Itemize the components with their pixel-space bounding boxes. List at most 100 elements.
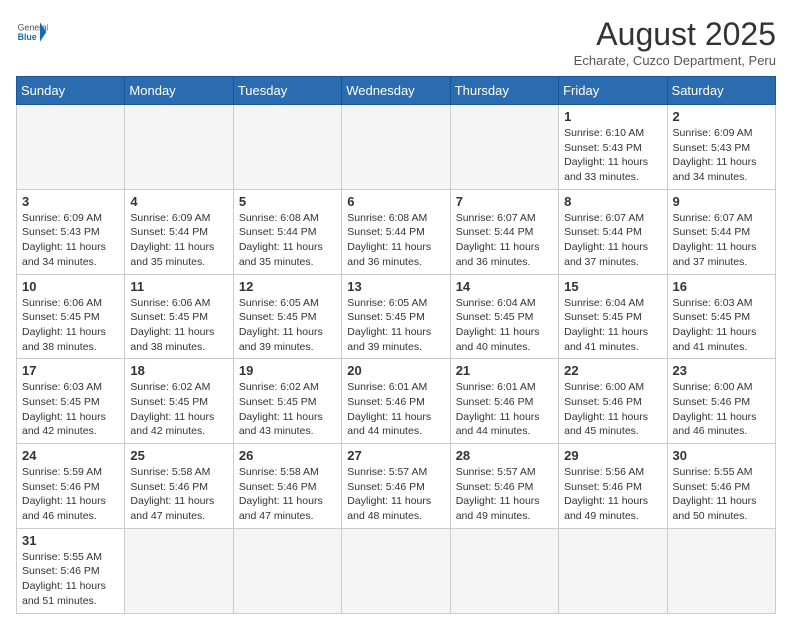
location-subtitle: Echarate, Cuzco Department, Peru bbox=[574, 53, 776, 68]
day-number: 28 bbox=[456, 448, 553, 463]
day-number: 11 bbox=[130, 279, 227, 294]
calendar-cell: 25 Sunrise: 5:58 AM Sunset: 5:46 PM Dayli… bbox=[125, 444, 233, 529]
calendar-cell: 27 Sunrise: 5:57 AM Sunset: 5:46 PM Dayli… bbox=[342, 444, 450, 529]
calendar-week-row: 3 Sunrise: 6:09 AM Sunset: 5:43 PM Daylig… bbox=[17, 189, 776, 274]
day-number: 9 bbox=[673, 194, 770, 209]
weekday-header-tuesday: Tuesday bbox=[233, 77, 341, 105]
calendar-cell: 7Sunrise: 6:07 AM Sunset: 5:44 PM Daylig… bbox=[450, 189, 558, 274]
calendar-cell: 19Sunrise: 6:02 AM Sunset: 5:45 PM Dayli… bbox=[233, 359, 341, 444]
day-number: 13 bbox=[347, 279, 444, 294]
weekday-header-thursday: Thursday bbox=[450, 77, 558, 105]
day-detail: Sunrise: 6:00 AM Sunset: 5:46 PM Dayligh… bbox=[673, 380, 770, 439]
day-number: 16 bbox=[673, 279, 770, 294]
day-detail: Sunrise: 5:58 AM Sunset: 5:46 PM Dayligh… bbox=[130, 465, 227, 524]
day-detail: Sunrise: 6:03 AM Sunset: 5:45 PM Dayligh… bbox=[673, 296, 770, 355]
svg-text:Blue: Blue bbox=[18, 32, 37, 42]
day-number: 6 bbox=[347, 194, 444, 209]
calendar-cell: 18Sunrise: 6:02 AM Sunset: 5:45 PM Dayli… bbox=[125, 359, 233, 444]
calendar-cell bbox=[450, 528, 558, 613]
day-detail: Sunrise: 6:00 AM Sunset: 5:46 PM Dayligh… bbox=[564, 380, 661, 439]
day-detail: Sunrise: 6:01 AM Sunset: 5:46 PM Dayligh… bbox=[456, 380, 553, 439]
day-detail: Sunrise: 5:57 AM Sunset: 5:46 PM Dayligh… bbox=[347, 465, 444, 524]
day-detail: Sunrise: 6:06 AM Sunset: 5:45 PM Dayligh… bbox=[22, 296, 119, 355]
day-detail: Sunrise: 6:09 AM Sunset: 5:44 PM Dayligh… bbox=[130, 211, 227, 270]
day-number: 4 bbox=[130, 194, 227, 209]
day-detail: Sunrise: 6:06 AM Sunset: 5:45 PM Dayligh… bbox=[130, 296, 227, 355]
calendar-cell: 21Sunrise: 6:01 AM Sunset: 5:46 PM Dayli… bbox=[450, 359, 558, 444]
day-detail: Sunrise: 5:56 AM Sunset: 5:46 PM Dayligh… bbox=[564, 465, 661, 524]
calendar-cell: 15Sunrise: 6:04 AM Sunset: 5:45 PM Dayli… bbox=[559, 274, 667, 359]
day-number: 20 bbox=[347, 363, 444, 378]
day-number: 3 bbox=[22, 194, 119, 209]
day-detail: Sunrise: 6:05 AM Sunset: 5:45 PM Dayligh… bbox=[347, 296, 444, 355]
calendar-cell: 1 Sunrise: 6:10 AM Sunset: 5:43 PM Daylig… bbox=[559, 105, 667, 190]
day-number: 19 bbox=[239, 363, 336, 378]
weekday-header-friday: Friday bbox=[559, 77, 667, 105]
day-number: 7 bbox=[456, 194, 553, 209]
day-detail: Sunrise: 5:59 AM Sunset: 5:46 PM Dayligh… bbox=[22, 465, 119, 524]
calendar-cell: 9 Sunrise: 6:07 AM Sunset: 5:44 PM Daylig… bbox=[667, 189, 775, 274]
calendar-week-row: 24Sunrise: 5:59 AM Sunset: 5:46 PM Dayli… bbox=[17, 444, 776, 529]
calendar-cell bbox=[450, 105, 558, 190]
weekday-header-monday: Monday bbox=[125, 77, 233, 105]
day-detail: Sunrise: 6:07 AM Sunset: 5:44 PM Dayligh… bbox=[673, 211, 770, 270]
calendar-cell: 10 Sunrise: 6:06 AM Sunset: 5:45 PM Dayli… bbox=[17, 274, 125, 359]
day-number: 27 bbox=[347, 448, 444, 463]
calendar-cell: 20Sunrise: 6:01 AM Sunset: 5:46 PM Dayli… bbox=[342, 359, 450, 444]
calendar-cell: 13 Sunrise: 6:05 AM Sunset: 5:45 PM Dayli… bbox=[342, 274, 450, 359]
day-detail: Sunrise: 6:08 AM Sunset: 5:44 PM Dayligh… bbox=[347, 211, 444, 270]
day-number: 15 bbox=[564, 279, 661, 294]
calendar-cell: 12 Sunrise: 6:05 AM Sunset: 5:45 PM Dayli… bbox=[233, 274, 341, 359]
day-number: 5 bbox=[239, 194, 336, 209]
day-detail: Sunrise: 6:09 AM Sunset: 5:43 PM Dayligh… bbox=[673, 126, 770, 185]
calendar-cell: 16 Sunrise: 6:03 AM Sunset: 5:45 PM Dayli… bbox=[667, 274, 775, 359]
logo: General Blue bbox=[16, 16, 48, 48]
calendar-cell: 26 Sunrise: 5:58 AM Sunset: 5:46 PM Dayli… bbox=[233, 444, 341, 529]
day-number: 12 bbox=[239, 279, 336, 294]
calendar-cell: 8Sunrise: 6:07 AM Sunset: 5:44 PM Daylig… bbox=[559, 189, 667, 274]
calendar-cell: 24Sunrise: 5:59 AM Sunset: 5:46 PM Dayli… bbox=[17, 444, 125, 529]
calendar-cell bbox=[17, 105, 125, 190]
day-number: 26 bbox=[239, 448, 336, 463]
calendar-cell: 17Sunrise: 6:03 AM Sunset: 5:45 PM Dayli… bbox=[17, 359, 125, 444]
day-detail: Sunrise: 6:04 AM Sunset: 5:45 PM Dayligh… bbox=[456, 296, 553, 355]
calendar-cell: 5 Sunrise: 6:08 AM Sunset: 5:44 PM Daylig… bbox=[233, 189, 341, 274]
calendar-cell: 23 Sunrise: 6:00 AM Sunset: 5:46 PM Dayli… bbox=[667, 359, 775, 444]
day-number: 31 bbox=[22, 533, 119, 548]
calendar-cell: 6 Sunrise: 6:08 AM Sunset: 5:44 PM Daylig… bbox=[342, 189, 450, 274]
day-number: 17 bbox=[22, 363, 119, 378]
calendar-cell: 4 Sunrise: 6:09 AM Sunset: 5:44 PM Daylig… bbox=[125, 189, 233, 274]
calendar-cell bbox=[342, 528, 450, 613]
day-number: 8 bbox=[564, 194, 661, 209]
day-detail: Sunrise: 5:58 AM Sunset: 5:46 PM Dayligh… bbox=[239, 465, 336, 524]
calendar-week-row: 31Sunrise: 5:55 AM Sunset: 5:46 PM Dayli… bbox=[17, 528, 776, 613]
calendar-cell bbox=[342, 105, 450, 190]
day-number: 10 bbox=[22, 279, 119, 294]
generalblue-logo-icon: General Blue bbox=[16, 16, 48, 48]
calendar-cell bbox=[125, 105, 233, 190]
day-number: 1 bbox=[564, 109, 661, 124]
calendar-cell bbox=[233, 105, 341, 190]
calendar-cell bbox=[667, 528, 775, 613]
calendar-cell: 30Sunrise: 5:55 AM Sunset: 5:46 PM Dayli… bbox=[667, 444, 775, 529]
day-detail: Sunrise: 6:05 AM Sunset: 5:45 PM Dayligh… bbox=[239, 296, 336, 355]
calendar-week-row: 10 Sunrise: 6:06 AM Sunset: 5:45 PM Dayli… bbox=[17, 274, 776, 359]
day-detail: Sunrise: 5:55 AM Sunset: 5:46 PM Dayligh… bbox=[673, 465, 770, 524]
calendar-table: SundayMondayTuesdayWednesdayThursdayFrid… bbox=[16, 76, 776, 614]
calendar-week-row: 17Sunrise: 6:03 AM Sunset: 5:45 PM Dayli… bbox=[17, 359, 776, 444]
calendar-cell: 3 Sunrise: 6:09 AM Sunset: 5:43 PM Daylig… bbox=[17, 189, 125, 274]
day-detail: Sunrise: 6:08 AM Sunset: 5:44 PM Dayligh… bbox=[239, 211, 336, 270]
day-detail: Sunrise: 6:09 AM Sunset: 5:43 PM Dayligh… bbox=[22, 211, 119, 270]
day-number: 18 bbox=[130, 363, 227, 378]
month-title: August 2025 bbox=[574, 16, 776, 53]
weekday-header-saturday: Saturday bbox=[667, 77, 775, 105]
weekday-header-sunday: Sunday bbox=[17, 77, 125, 105]
calendar-cell: 11 Sunrise: 6:06 AM Sunset: 5:45 PM Dayli… bbox=[125, 274, 233, 359]
calendar-cell: 28 Sunrise: 5:57 AM Sunset: 5:46 PM Dayli… bbox=[450, 444, 558, 529]
day-number: 25 bbox=[130, 448, 227, 463]
day-detail: Sunrise: 5:57 AM Sunset: 5:46 PM Dayligh… bbox=[456, 465, 553, 524]
weekday-header-wednesday: Wednesday bbox=[342, 77, 450, 105]
calendar-cell bbox=[559, 528, 667, 613]
day-number: 23 bbox=[673, 363, 770, 378]
day-detail: Sunrise: 6:10 AM Sunset: 5:43 PM Dayligh… bbox=[564, 126, 661, 185]
